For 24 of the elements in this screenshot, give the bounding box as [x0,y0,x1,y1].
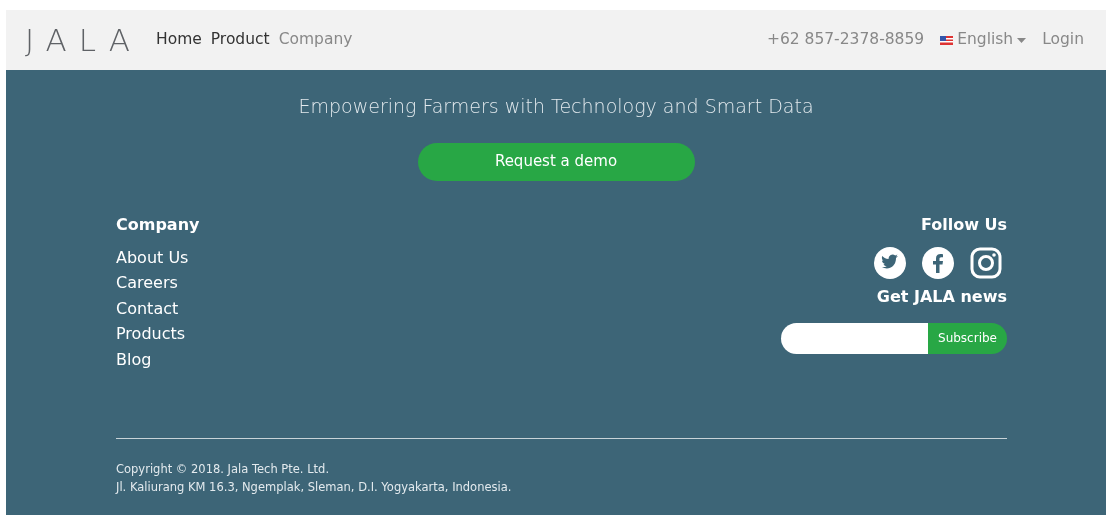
facebook-icon[interactable] [922,246,954,279]
footer-link[interactable]: Blog [116,346,200,372]
footer-link[interactable]: About Us [116,244,200,270]
copyright-text: Copyright © 2018. Jala Tech Pte. Ltd. [116,460,331,478]
login-link[interactable]: Login [1042,28,1084,52]
logo[interactable]: JALA [25,24,142,56]
nav-link[interactable]: Company [278,28,353,52]
flag-icon [940,35,954,45]
phone-number: +62 857-2378-8859 [766,29,925,51]
bird-icon[interactable] [874,246,906,279]
tagline: Empowering Farmers with Technology and Smart Data [297,94,815,119]
language-dropdown[interactable]: English [940,28,1027,52]
nav-link[interactable]: Product [210,28,270,52]
address-text: Jl. Kaliurang KM 16.3, Ngemplak, Sleman, D.I. Yogyakarta, Indonesia. [116,478,513,496]
nav-link[interactable]: Home [156,28,202,52]
footer-heading: Follow Us [920,213,1007,236]
footer-link[interactable]: Contact [116,295,200,321]
news-heading: Get JALA news [876,285,1007,308]
email-field[interactable] [781,322,929,354]
caret-icon [1017,37,1027,43]
footer-link[interactable]: Careers [116,270,200,296]
footer-heading: Company [116,213,200,236]
instagram-icon[interactable] [970,246,1002,279]
footer-link[interactable]: Products [116,321,200,347]
